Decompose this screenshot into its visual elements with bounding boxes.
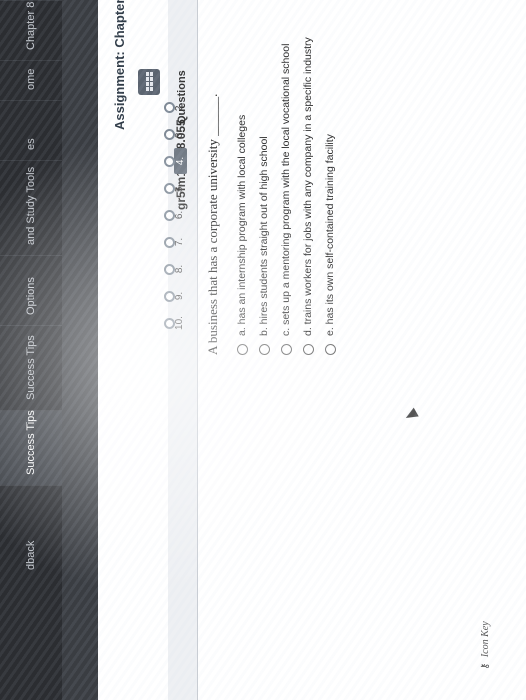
radio-button[interactable] (280, 344, 292, 355)
question-number[interactable]: 3. (174, 121, 185, 147)
sidebar-item-study-tools[interactable]: and Study Tools (0, 160, 62, 255)
question-status-dot (164, 156, 175, 167)
sidebar-item-options[interactable]: Options (0, 255, 62, 325)
question-text: A business that has a corporate universi… (205, 93, 220, 355)
answer-option-d[interactable]: d. trains workers for jobs with any comp… (302, 37, 314, 355)
question-status-dot (164, 237, 175, 248)
answer-option-e[interactable]: e. has its own self-contained training f… (324, 134, 336, 355)
question-status-dot (164, 318, 175, 329)
sidebar: Chapter 8 Quiz ome es and Study Tools Op… (0, 0, 62, 700)
header-strip (62, 0, 98, 700)
sidebar-item-es[interactable]: es (0, 100, 62, 160)
answer-option-a[interactable]: a. has an internship program with local … (236, 115, 248, 355)
key-icon: ⚷ (480, 662, 491, 670)
assignment-title: Assignment: Chapter 8 Quiz (112, 0, 127, 130)
answer-option-c[interactable]: c. sets up a mentoring program with the … (280, 44, 292, 355)
answer-label: d. trains workers for jobs with any comp… (302, 37, 314, 336)
sidebar-item-home[interactable]: ome (0, 60, 62, 100)
radio-button[interactable] (324, 344, 336, 355)
question-number[interactable]: 2. (174, 94, 185, 120)
answer-label: a. has an internship program with local … (236, 114, 248, 336)
calculator-icon[interactable] (138, 69, 160, 95)
question-number[interactable]: 9. (174, 283, 185, 309)
answer-label: b. hires students straight out of high s… (258, 136, 270, 336)
question-number[interactable]: 6. (174, 202, 185, 228)
sidebar-item-chapter-quiz[interactable]: Chapter 8 Quiz (0, 0, 62, 60)
sidebar-item-feedback[interactable]: dback (0, 485, 62, 580)
answer-label: e. has its own self-contained training f… (324, 134, 336, 336)
answer-option-b[interactable]: b. hires students straight out of high s… (258, 136, 270, 355)
sidebar-item-success-tips-1[interactable]: Success Tips (0, 325, 62, 410)
question-number[interactable]: 10. (174, 310, 185, 336)
radio-button[interactable] (302, 344, 314, 355)
question-status-dot (164, 129, 175, 140)
question-status-dot (164, 183, 175, 194)
question-number[interactable]: 8. (174, 256, 185, 282)
question-number[interactable]: 5. (174, 175, 185, 201)
answer-label: c. sets up a mentoring program with the … (280, 43, 292, 336)
question-number[interactable]: 7. (174, 229, 185, 255)
question-status-dot (164, 264, 175, 275)
radio-button[interactable] (236, 344, 248, 355)
radio-button[interactable] (258, 344, 270, 355)
question-status-dot (164, 102, 175, 113)
quiz-screen: Chapter 8 Quiz ome es and Study Tools Op… (0, 0, 526, 700)
icon-key-label: Icon Key (480, 621, 491, 658)
icon-key[interactable]: ⚷ Icon Key (480, 621, 491, 670)
question-nav: 2. 3. 4. 5. 6. 7. 8. 9. 10. (164, 20, 198, 640)
question-status-dot (164, 210, 175, 221)
question-number-current[interactable]: 4. (174, 148, 187, 174)
question-status-dot (164, 291, 175, 302)
sidebar-item-success-tips-2[interactable]: Success Tips (0, 410, 62, 485)
